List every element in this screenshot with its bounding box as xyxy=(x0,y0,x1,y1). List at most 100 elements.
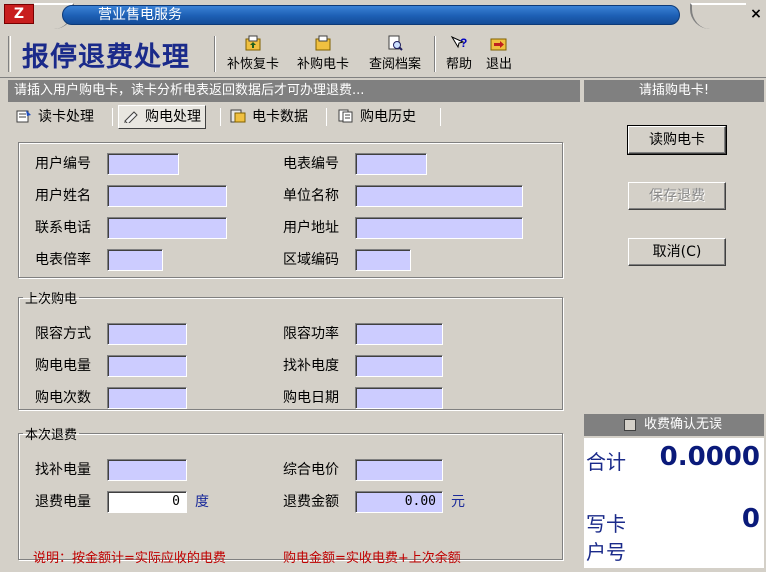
tab-divider xyxy=(112,108,113,126)
tab-purchase-history[interactable]: 购电历史 xyxy=(338,104,416,130)
refund-group: 本次退费 找补电量 综合电价 退费电量 0 度 退费金额 0.00 元 说明：按… xyxy=(18,424,563,566)
exit-icon xyxy=(490,35,508,51)
compensation-label: 找补电度 xyxy=(283,358,339,374)
account-label: 户号 xyxy=(586,540,626,564)
card-buy-icon xyxy=(314,35,332,51)
user-name-label: 用户姓名 xyxy=(35,188,91,204)
address-label: 用户地址 xyxy=(283,220,339,236)
cancel-button[interactable]: 取消(C) xyxy=(628,238,726,266)
archive-label: 查阅档案 xyxy=(368,57,421,72)
window-title: 营业售电服务 xyxy=(98,7,182,23)
refund-amt-label: 退费金额 xyxy=(283,494,339,510)
restore-card-label: 补恢复卡 xyxy=(226,57,279,72)
tab-strip: 读卡处理 购电处理 电卡数据 购电历史 xyxy=(8,104,580,130)
restore-card-button[interactable]: 补恢复卡 xyxy=(222,35,284,75)
card-restore-icon xyxy=(244,35,262,51)
exit-button[interactable]: 退出 xyxy=(482,35,516,75)
refund-amt-field[interactable]: 0.00 xyxy=(355,491,443,513)
tab-divider xyxy=(220,108,221,126)
comp-qty-label: 找补电量 xyxy=(35,462,91,478)
last-purchase-legend: 上次购电 xyxy=(25,292,78,307)
confirm-label: 收费确认无误 xyxy=(644,417,723,432)
tab-card-data[interactable]: 电卡数据 xyxy=(230,104,308,130)
tab-read-card-label: 读卡处理 xyxy=(38,109,94,125)
title-decoration-right xyxy=(690,3,746,29)
area-code-field[interactable] xyxy=(355,249,411,271)
area-code-label: 区域编码 xyxy=(283,252,339,268)
read-card-button[interactable]: 读购电卡 xyxy=(627,125,727,155)
total-value: 0.0000 xyxy=(659,442,760,472)
svg-text:?: ? xyxy=(460,36,467,50)
unit-name-label: 单位名称 xyxy=(283,188,339,204)
confirm-checkbox-row[interactable]: 收费确认无误 xyxy=(584,414,764,436)
buy-card-label: 补购电卡 xyxy=(296,57,349,72)
action-panel: 请插购电卡! 读购电卡 保存退费 取消(C) 收费确认无误 合计 0.0000 … xyxy=(584,80,764,568)
tab-divider xyxy=(326,108,327,126)
app-logo-icon: Z xyxy=(4,4,34,24)
page-title: 报停退费处理 xyxy=(22,42,190,73)
toolbar-grip xyxy=(8,36,11,72)
insert-card-prompt: 请插购电卡! xyxy=(584,80,764,102)
limit-power-label: 限容功率 xyxy=(283,326,339,342)
buy-card-button[interactable]: 补购电卡 xyxy=(292,35,354,75)
toolbar-separator xyxy=(214,36,216,72)
history-icon xyxy=(338,106,354,123)
note-amount-rule: 说明：按金额计=实际应收的电费 xyxy=(33,551,226,566)
multiplier-label: 电表倍率 xyxy=(35,252,91,268)
summary-area: 合计 0.0000 写卡 0 户号 xyxy=(584,438,764,568)
toolbar-separator xyxy=(434,36,436,72)
comp-qty-field[interactable] xyxy=(107,459,187,481)
tab-buy-power-label: 购电处理 xyxy=(145,109,201,125)
user-no-field[interactable] xyxy=(107,153,179,175)
last-purchase-group: 上次购电 限容方式 限容功率 购电电量 找补电度 购电次数 购电日期 xyxy=(18,288,563,410)
save-refund-button[interactable]: 保存退费 xyxy=(628,182,726,210)
address-field[interactable] xyxy=(355,217,523,239)
refund-legend: 本次退费 xyxy=(25,428,78,443)
archive-search-icon xyxy=(386,35,404,51)
user-name-field[interactable] xyxy=(107,185,227,207)
purchase-qty-label: 购电电量 xyxy=(35,358,91,374)
meter-no-label: 电表编号 xyxy=(283,156,339,172)
user-no-label: 用户编号 xyxy=(35,156,91,172)
confirm-checkbox[interactable] xyxy=(624,419,636,431)
unit-name-field[interactable] xyxy=(355,185,523,207)
instruction-bar: 请插入用户购电卡，读卡分析电表返回数据后才可办理退费... xyxy=(8,80,580,102)
purchase-date-field[interactable] xyxy=(355,387,443,409)
multiplier-field[interactable] xyxy=(107,249,163,271)
purchase-date-label: 购电日期 xyxy=(283,390,339,406)
main-panel: 请插入用户购电卡，读卡分析电表返回数据后才可办理退费... 读卡处理 购电处理 … xyxy=(8,80,580,568)
title-bar: Z 营业售电服务 × xyxy=(0,0,766,30)
tab-buy-power[interactable]: 购电处理 xyxy=(118,105,206,129)
archive-button[interactable]: 查阅档案 xyxy=(364,35,426,75)
purchase-count-label: 购电次数 xyxy=(35,390,91,406)
meter-no-field[interactable] xyxy=(355,153,427,175)
tab-card-data-label: 电卡数据 xyxy=(252,109,308,125)
limit-mode-field[interactable] xyxy=(107,323,187,345)
refund-amt-unit: 元 xyxy=(451,494,465,510)
tab-read-card[interactable]: 读卡处理 xyxy=(16,104,94,130)
exit-label: 退出 xyxy=(485,57,512,72)
purchase-count-field[interactable] xyxy=(107,387,187,409)
compensation-field[interactable] xyxy=(355,355,443,377)
refund-qty-unit: 度 xyxy=(195,494,209,510)
help-button[interactable]: ? 帮助 xyxy=(442,35,476,75)
refund-qty-label: 退费电量 xyxy=(35,494,91,510)
write-card-label: 写卡 xyxy=(586,512,626,536)
limit-power-field[interactable] xyxy=(355,323,443,345)
purchase-qty-field[interactable] xyxy=(107,355,187,377)
write-card-value: 0 xyxy=(741,504,760,534)
price-field[interactable] xyxy=(355,459,443,481)
tab-purchase-history-label: 购电历史 xyxy=(360,109,416,125)
read-card-icon xyxy=(16,106,32,123)
card-data-icon xyxy=(230,106,246,123)
user-info-group: 用户编号 电表编号 用户姓名 单位名称 联系电话 用户地址 电表倍率 区域编码 xyxy=(18,142,563,278)
close-button[interactable]: × xyxy=(748,6,764,22)
help-icon: ? xyxy=(450,35,468,51)
help-label: 帮助 xyxy=(445,57,472,72)
note-purchase-rule: 购电金额=实收电费+上次余额 xyxy=(283,551,461,566)
buy-power-icon xyxy=(123,108,139,125)
phone-field[interactable] xyxy=(107,217,227,239)
refund-qty-input[interactable]: 0 xyxy=(107,491,187,513)
limit-mode-label: 限容方式 xyxy=(35,326,91,342)
phone-label: 联系电话 xyxy=(35,220,91,236)
